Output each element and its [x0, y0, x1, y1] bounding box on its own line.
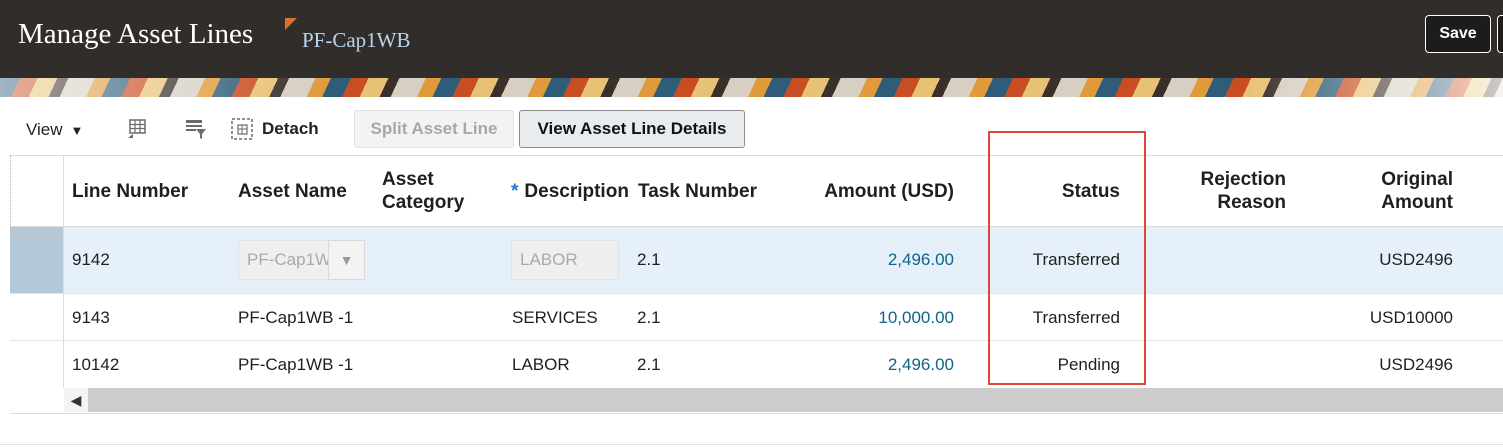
amount-link[interactable]: 2,496.00: [780, 355, 954, 375]
column-header-amount[interactable]: Amount (USD): [780, 180, 954, 203]
column-header-asset-name[interactable]: Asset Name: [238, 180, 347, 203]
amount-link[interactable]: 10,000.00: [780, 308, 954, 328]
view-asset-line-details-button[interactable]: View Asset Line Details: [519, 110, 745, 148]
cell-original-amount: USD2496: [1379, 250, 1453, 269]
table-row[interactable]: 9142 PF-Cap1WB -1 ▼ LABOR 2.1 2,496.00 T…: [10, 227, 1503, 294]
cell-line-number: 9142: [72, 250, 110, 269]
freeze-columns-icon[interactable]: [125, 117, 149, 141]
page-divider: [0, 444, 1503, 445]
view-menu-label: View: [26, 120, 63, 139]
asset-lines-table: Line Number Asset Name Asset Category * D…: [0, 155, 1503, 415]
column-header-description-label: Description: [524, 181, 629, 202]
page-subtitle: PF-Cap1WB: [302, 28, 411, 52]
column-header-description[interactable]: * Description: [511, 180, 632, 203]
detach-icon: [231, 118, 253, 140]
column-header-original-amount[interactable]: Original Amount: [1340, 168, 1453, 214]
chevron-left-icon[interactable]: ◀: [64, 388, 88, 412]
table-row[interactable]: 9143 PF-Cap1WB -1 SERVICES 2.1 10,000.00…: [10, 294, 1503, 341]
column-header-asset-category-line1: Asset: [382, 169, 434, 190]
table-bottom-divider: [10, 413, 1503, 414]
title-marker-icon: [285, 18, 297, 30]
split-asset-line-button[interactable]: Split Asset Line: [354, 110, 514, 148]
amount-link[interactable]: 2,496.00: [780, 250, 954, 270]
row-header[interactable]: [10, 341, 64, 388]
save-button[interactable]: Save: [1425, 15, 1491, 53]
row-header[interactable]: [10, 294, 64, 340]
caret-down-icon: ▼: [70, 122, 84, 138]
banner-fade: [1243, 78, 1503, 97]
status-column-highlight: [988, 131, 1146, 385]
cell-task-number: 2.1: [637, 250, 661, 269]
column-header-asset-category[interactable]: Asset Category: [382, 168, 464, 214]
cell-description: LABOR: [512, 355, 570, 374]
detach-label: Detach: [262, 119, 319, 138]
table-toolbar: View ▼ Detach Split Asset Line View Asse…: [0, 97, 1503, 155]
query-by-example-icon[interactable]: [184, 117, 208, 141]
column-header-original-line1: Original: [1381, 169, 1453, 190]
cell-description: SERVICES: [512, 308, 598, 327]
decorative-banner: [0, 78, 1503, 97]
cell-original-amount: USD10000: [1369, 308, 1453, 327]
asset-name-select[interactable]: PF-Cap1WB -1: [238, 240, 330, 280]
detach-button[interactable]: Detach: [230, 117, 319, 141]
cell-asset-name: PF-Cap1WB -1: [238, 308, 354, 327]
cell-line-number: 9143: [72, 308, 110, 327]
column-header-task-number[interactable]: Task Number: [638, 180, 757, 203]
description-input[interactable]: LABOR: [511, 240, 619, 280]
page-header: Manage Asset Lines PF-Cap1WB Save: [0, 0, 1503, 78]
banner-fade: [0, 78, 330, 97]
row-header-corner: [10, 155, 64, 227]
column-header-rejection-line2: Reason: [1217, 192, 1286, 213]
column-header-rejection-reason[interactable]: Rejection Reason: [1170, 168, 1286, 214]
cell-asset-name: PF-Cap1WB -1: [238, 355, 354, 374]
more-actions-button[interactable]: [1497, 15, 1503, 53]
cell-original-amount: USD2496: [1379, 355, 1453, 374]
column-header-original-line2: Amount: [1381, 192, 1453, 213]
cell-task-number: 2.1: [637, 355, 661, 374]
required-indicator: *: [511, 181, 519, 202]
table-row[interactable]: 10142 PF-Cap1WB -1 LABOR 2.1 2,496.00 Pe…: [10, 341, 1503, 388]
chevron-down-icon[interactable]: ▼: [328, 240, 365, 280]
page-title: Manage Asset Lines: [18, 18, 254, 50]
cell-task-number: 2.1: [637, 308, 661, 327]
horizontal-scrollbar[interactable]: ◀: [64, 388, 1503, 412]
column-header-asset-category-line2: Category: [382, 192, 465, 213]
row-header[interactable]: [10, 227, 64, 293]
column-header-rejection-line1: Rejection: [1200, 169, 1286, 190]
column-header-line-number[interactable]: Line Number: [72, 180, 188, 203]
cell-line-number: 10142: [72, 355, 120, 374]
view-menu[interactable]: View ▼: [26, 120, 83, 140]
